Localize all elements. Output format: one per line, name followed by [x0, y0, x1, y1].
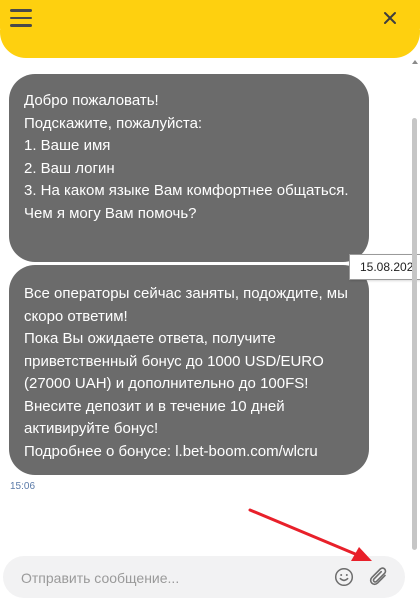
- menu-line: [10, 24, 32, 27]
- menu-line: [10, 9, 32, 12]
- message-input[interactable]: [21, 567, 311, 589]
- scroll-up-arrow-icon[interactable]: [412, 60, 418, 64]
- scrollbar-thumb[interactable]: [412, 118, 417, 550]
- operator-message-bubble: Все операторы сейчас заняты, подождите, …: [9, 265, 369, 475]
- close-icon[interactable]: [382, 10, 398, 26]
- menu-line: [10, 16, 32, 19]
- paperclip-icon[interactable]: [368, 565, 390, 589]
- chat-header-curve: [0, 30, 420, 58]
- message-composer: [3, 556, 405, 598]
- operator-message-bubble: Добро пожаловать! Подскажите, пожалуйста…: [9, 74, 369, 262]
- message-timestamp: 15:06: [10, 481, 36, 492]
- hamburger-menu-icon[interactable]: [10, 9, 32, 29]
- smiley-icon[interactable]: [334, 567, 354, 587]
